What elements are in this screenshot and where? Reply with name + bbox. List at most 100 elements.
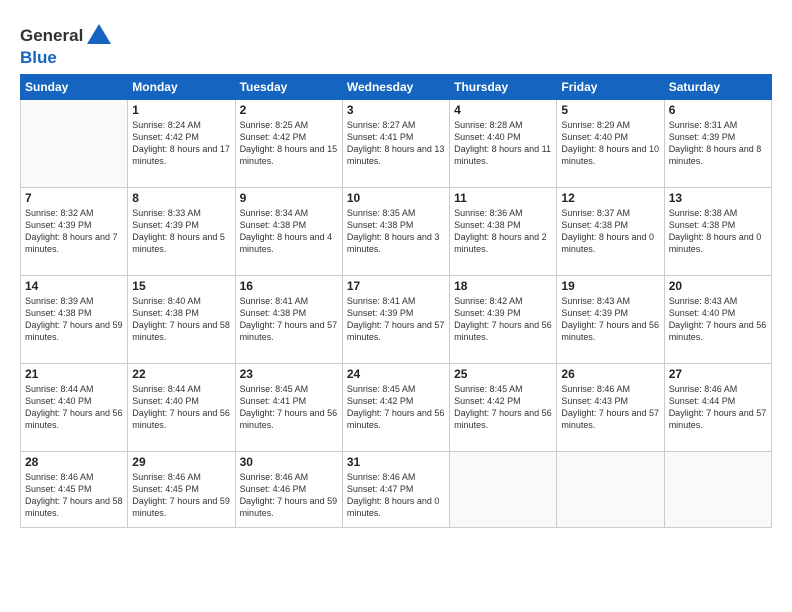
calendar-cell: 31 Sunrise: 8:46 AM Sunset: 4:47 PM Dayli…: [342, 452, 449, 528]
calendar-cell: 3 Sunrise: 8:27 AM Sunset: 4:41 PM Daylig…: [342, 100, 449, 188]
day-info: Sunrise: 8:25 AM Sunset: 4:42 PM Dayligh…: [240, 119, 338, 168]
calendar-cell: [664, 452, 771, 528]
header: General Blue: [20, 18, 772, 68]
calendar-cell: 29 Sunrise: 8:46 AM Sunset: 4:45 PM Dayli…: [128, 452, 235, 528]
col-tuesday: Tuesday: [235, 75, 342, 100]
day-number: 14: [25, 279, 123, 293]
calendar-cell: 14 Sunrise: 8:39 AM Sunset: 4:38 PM Dayli…: [21, 276, 128, 364]
day-number: 1: [132, 103, 230, 117]
day-info: Sunrise: 8:46 AM Sunset: 4:47 PM Dayligh…: [347, 471, 445, 520]
calendar-cell: 21 Sunrise: 8:44 AM Sunset: 4:40 PM Dayli…: [21, 364, 128, 452]
calendar-cell: 27Sunrise: 8:46 AM Sunset: 4:44 PM Dayli…: [664, 364, 771, 452]
calendar-cell: 4 Sunrise: 8:28 AM Sunset: 4:40 PM Daylig…: [450, 100, 557, 188]
day-info: Sunrise: 8:46 AM Sunset: 4:43 PM Dayligh…: [561, 383, 659, 432]
day-number: 22: [132, 367, 230, 381]
calendar-cell: 28Sunrise: 8:46 AM Sunset: 4:45 PM Dayli…: [21, 452, 128, 528]
day-info: Sunrise: 8:41 AM Sunset: 4:38 PM Dayligh…: [240, 295, 338, 344]
logo-general-text: General: [20, 26, 83, 46]
day-info: Sunrise: 8:36 AM Sunset: 4:38 PM Dayligh…: [454, 207, 552, 256]
day-number: 13: [669, 191, 767, 205]
logo: General Blue: [20, 22, 113, 68]
day-number: 15: [132, 279, 230, 293]
day-number: 4: [454, 103, 552, 117]
calendar-cell: 2 Sunrise: 8:25 AM Sunset: 4:42 PM Daylig…: [235, 100, 342, 188]
day-info: Sunrise: 8:32 AM Sunset: 4:39 PM Dayligh…: [25, 207, 123, 256]
calendar-cell: 17 Sunrise: 8:41 AM Sunset: 4:39 PM Dayli…: [342, 276, 449, 364]
col-saturday: Saturday: [664, 75, 771, 100]
day-number: 9: [240, 191, 338, 205]
day-number: 10: [347, 191, 445, 205]
day-number: 27: [669, 367, 767, 381]
calendar-cell: 11 Sunrise: 8:36 AM Sunset: 4:38 PM Dayli…: [450, 188, 557, 276]
day-info: Sunrise: 8:46 AM Sunset: 4:45 PM Dayligh…: [25, 471, 123, 520]
day-number: 17: [347, 279, 445, 293]
col-thursday: Thursday: [450, 75, 557, 100]
day-info: Sunrise: 8:45 AM Sunset: 4:41 PM Dayligh…: [240, 383, 338, 432]
day-number: 7: [25, 191, 123, 205]
day-number: 26: [561, 367, 659, 381]
day-number: 21: [25, 367, 123, 381]
calendar-cell: 20Sunrise: 8:43 AM Sunset: 4:40 PM Dayli…: [664, 276, 771, 364]
day-number: 11: [454, 191, 552, 205]
day-info: Sunrise: 8:46 AM Sunset: 4:45 PM Dayligh…: [132, 471, 230, 520]
day-number: 16: [240, 279, 338, 293]
day-info: Sunrise: 8:44 AM Sunset: 4:40 PM Dayligh…: [132, 383, 230, 432]
page: General Blue Sunday Monday Tuesday Wedne…: [0, 0, 792, 612]
calendar-cell: 1 Sunrise: 8:24 AM Sunset: 4:42 PM Daylig…: [128, 100, 235, 188]
day-info: Sunrise: 8:42 AM Sunset: 4:39 PM Dayligh…: [454, 295, 552, 344]
calendar-cell: 8 Sunrise: 8:33 AM Sunset: 4:39 PM Daylig…: [128, 188, 235, 276]
calendar-cell: 22 Sunrise: 8:44 AM Sunset: 4:40 PM Dayli…: [128, 364, 235, 452]
day-info: Sunrise: 8:28 AM Sunset: 4:40 PM Dayligh…: [454, 119, 552, 168]
day-number: 31: [347, 455, 445, 469]
day-info: Sunrise: 8:35 AM Sunset: 4:38 PM Dayligh…: [347, 207, 445, 256]
calendar-cell: 10 Sunrise: 8:35 AM Sunset: 4:38 PM Dayli…: [342, 188, 449, 276]
day-number: 8: [132, 191, 230, 205]
col-sunday: Sunday: [21, 75, 128, 100]
calendar-cell: 24 Sunrise: 8:45 AM Sunset: 4:42 PM Dayli…: [342, 364, 449, 452]
day-info: Sunrise: 8:24 AM Sunset: 4:42 PM Dayligh…: [132, 119, 230, 168]
day-number: 20: [669, 279, 767, 293]
day-number: 2: [240, 103, 338, 117]
calendar-cell: 12Sunrise: 8:37 AM Sunset: 4:38 PM Dayli…: [557, 188, 664, 276]
col-monday: Monday: [128, 75, 235, 100]
col-wednesday: Wednesday: [342, 75, 449, 100]
calendar-cell: 6Sunrise: 8:31 AM Sunset: 4:39 PM Daylig…: [664, 100, 771, 188]
day-number: 3: [347, 103, 445, 117]
day-info: Sunrise: 8:43 AM Sunset: 4:39 PM Dayligh…: [561, 295, 659, 344]
day-info: Sunrise: 8:33 AM Sunset: 4:39 PM Dayligh…: [132, 207, 230, 256]
day-info: Sunrise: 8:37 AM Sunset: 4:38 PM Dayligh…: [561, 207, 659, 256]
day-number: 23: [240, 367, 338, 381]
day-number: 19: [561, 279, 659, 293]
day-info: Sunrise: 8:46 AM Sunset: 4:46 PM Dayligh…: [240, 471, 338, 520]
logo-icon: [85, 22, 113, 50]
day-info: Sunrise: 8:39 AM Sunset: 4:38 PM Dayligh…: [25, 295, 123, 344]
calendar-table: Sunday Monday Tuesday Wednesday Thursday…: [20, 74, 772, 528]
day-number: 18: [454, 279, 552, 293]
calendar-cell: 16 Sunrise: 8:41 AM Sunset: 4:38 PM Dayli…: [235, 276, 342, 364]
day-info: Sunrise: 8:40 AM Sunset: 4:38 PM Dayligh…: [132, 295, 230, 344]
calendar-cell: 18 Sunrise: 8:42 AM Sunset: 4:39 PM Dayli…: [450, 276, 557, 364]
day-info: Sunrise: 8:29 AM Sunset: 4:40 PM Dayligh…: [561, 119, 659, 168]
day-info: Sunrise: 8:41 AM Sunset: 4:39 PM Dayligh…: [347, 295, 445, 344]
calendar-cell: 30Sunrise: 8:46 AM Sunset: 4:46 PM Dayli…: [235, 452, 342, 528]
logo-blue-text: Blue: [20, 48, 113, 68]
calendar-cell: [450, 452, 557, 528]
calendar-cell: 5 Sunrise: 8:29 AM Sunset: 4:40 PM Daylig…: [557, 100, 664, 188]
calendar-cell: [21, 100, 128, 188]
calendar-cell: 26 Sunrise: 8:46 AM Sunset: 4:43 PM Dayli…: [557, 364, 664, 452]
day-info: Sunrise: 8:45 AM Sunset: 4:42 PM Dayligh…: [454, 383, 552, 432]
day-info: Sunrise: 8:44 AM Sunset: 4:40 PM Dayligh…: [25, 383, 123, 432]
calendar-cell: 7 Sunrise: 8:32 AM Sunset: 4:39 PM Daylig…: [21, 188, 128, 276]
day-info: Sunrise: 8:45 AM Sunset: 4:42 PM Dayligh…: [347, 383, 445, 432]
day-number: 6: [669, 103, 767, 117]
day-number: 24: [347, 367, 445, 381]
calendar-cell: 9 Sunrise: 8:34 AM Sunset: 4:38 PM Daylig…: [235, 188, 342, 276]
day-info: Sunrise: 8:27 AM Sunset: 4:41 PM Dayligh…: [347, 119, 445, 168]
col-friday: Friday: [557, 75, 664, 100]
calendar-header-row: Sunday Monday Tuesday Wednesday Thursday…: [21, 75, 772, 100]
day-info: Sunrise: 8:34 AM Sunset: 4:38 PM Dayligh…: [240, 207, 338, 256]
calendar-cell: 23 Sunrise: 8:45 AM Sunset: 4:41 PM Dayli…: [235, 364, 342, 452]
day-number: 25: [454, 367, 552, 381]
day-number: 5: [561, 103, 659, 117]
day-number: 29: [132, 455, 230, 469]
